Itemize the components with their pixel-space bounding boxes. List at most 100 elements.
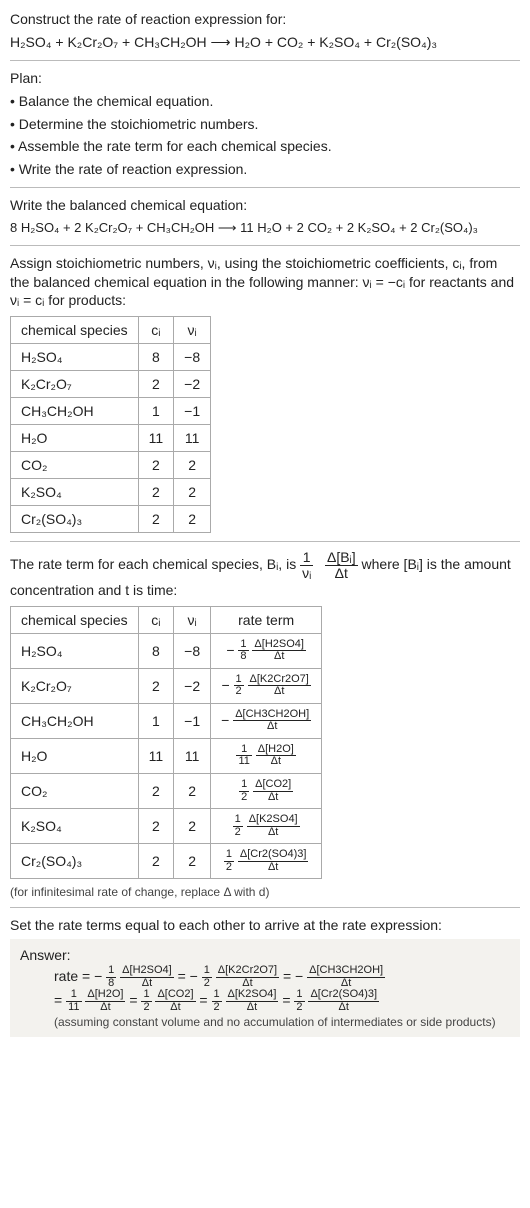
fraction: Δ[K2Cr2O7]Δt: [216, 965, 279, 989]
frac-num: 1: [212, 989, 222, 1002]
fraction: Δ[CH3CH2OH]Δt: [233, 709, 311, 733]
plan-bullet-2: • Determine the stoichiometric numbers.: [10, 115, 520, 134]
table-row: H₂O 11 11 111 Δ[H2O]Δt: [11, 738, 322, 773]
fraction: 12: [202, 965, 212, 989]
frac-den: 2: [224, 862, 234, 874]
answer-line-2: = 111 Δ[H2O]Δt = 12 Δ[CO2]Δt = 12 Δ[K2SO…: [20, 989, 510, 1013]
cell-vi: −8: [174, 344, 211, 371]
rate-lead: rate = −: [54, 968, 102, 984]
plan-bullet-3: • Assemble the rate term for each chemic…: [10, 137, 520, 156]
cell-species: H₂O: [11, 425, 139, 452]
plan-bullet-1: • Balance the chemical equation.: [10, 92, 520, 111]
cell-ci: 2: [138, 371, 174, 398]
cell-ci: 2: [138, 773, 174, 808]
cell-species: Cr₂(SO₄)₃: [11, 506, 139, 533]
frac-num: Δ[Cr2(SO4)3]: [308, 989, 379, 1002]
frac-num: Δ[K2Cr2O7]: [216, 965, 279, 978]
frac-den: Δt: [238, 862, 309, 874]
fraction: 12: [239, 779, 249, 803]
divider: [10, 541, 520, 542]
sign: −: [221, 712, 229, 728]
table-row: chemical species cᵢ νᵢ: [11, 317, 211, 344]
cell-vi: −2: [174, 371, 211, 398]
frac-den: Δt: [155, 1002, 195, 1014]
frac-num: Δ[CO2]: [155, 989, 195, 1002]
frac-den: 2: [233, 827, 243, 839]
set-equal-text: Set the rate terms equal to each other t…: [10, 916, 520, 935]
frac-den: νᵢ: [300, 566, 313, 581]
frac-den: 11: [236, 756, 251, 768]
frac-den: Δt: [325, 566, 358, 581]
frac-den: Δt: [253, 792, 293, 804]
frac-num: Δ[CO2]: [253, 779, 293, 792]
fraction: 111: [236, 744, 251, 768]
table-row: Cr₂(SO₄)₃ 2 2 12 Δ[Cr2(SO4)3]Δt: [11, 844, 322, 879]
frac-den: Δt: [256, 756, 296, 768]
fraction: Δ[H2O]Δt: [85, 989, 125, 1013]
table-row: H₂SO₄ 8 −8: [11, 344, 211, 371]
cell-vi: 2: [174, 506, 211, 533]
fraction: 12: [212, 989, 222, 1013]
divider: [10, 907, 520, 908]
frac-den: 2: [202, 978, 212, 990]
cell-rate-term: 12 Δ[Cr2(SO4)3]Δt: [211, 844, 322, 879]
fraction: 111: [66, 989, 81, 1013]
frac-num: Δ[CH3CH2OH]: [307, 965, 385, 978]
frac-num: 1: [294, 989, 304, 1002]
table-row: Cr₂(SO₄)₃ 2 2: [11, 506, 211, 533]
fraction: Δ[H2SO4]Δt: [120, 965, 174, 989]
intro-title: Construct the rate of reaction expressio…: [10, 10, 520, 29]
fraction: 18: [238, 639, 248, 663]
cell-ci: 2: [138, 479, 174, 506]
table-row: H₂O 11 11: [11, 425, 211, 452]
cell-vi: 11: [174, 425, 211, 452]
frac-den: 2: [141, 1002, 151, 1014]
cell-rate-term: − Δ[CH3CH2OH]Δt: [211, 703, 322, 738]
fraction: Δ[H2O]Δt: [256, 744, 296, 768]
col-header-species: chemical species: [11, 606, 139, 633]
cell-vi: −2: [174, 668, 211, 703]
frac-num: 1: [300, 550, 313, 566]
plan-bullet-4: • Write the rate of reaction expression.: [10, 160, 520, 179]
cell-species: K₂Cr₂O₇: [11, 668, 139, 703]
table-row: K₂SO₄ 2 2 12 Δ[K2SO4]Δt: [11, 809, 322, 844]
cell-species: CO₂: [11, 773, 139, 808]
frac-num: 1: [233, 814, 243, 827]
frac-num: Δ[K2SO4]: [226, 989, 279, 1002]
fraction: Δ[CO2]Δt: [253, 779, 293, 803]
rate-term-text: The rate term for each chemical species,…: [10, 550, 520, 599]
fraction: 12: [234, 674, 244, 698]
cell-rate-term: − 18 Δ[H2SO4]Δt: [211, 633, 322, 668]
frac-num: Δ[H2O]: [85, 989, 125, 1002]
col-header-vi: νᵢ: [174, 317, 211, 344]
balanced-equation: 8 H₂SO₄ + 2 K₂Cr₂O₇ + CH₃CH₂OH ⟶ 11 H₂O …: [10, 219, 520, 237]
equals: =: [129, 992, 141, 1008]
equals: =: [282, 992, 294, 1008]
cell-rate-term: 12 Δ[CO2]Δt: [211, 773, 322, 808]
table-row: CH₃CH₂OH 1 −1 − Δ[CH3CH2OH]Δt: [11, 703, 322, 738]
cell-ci: 2: [138, 809, 174, 844]
cell-vi: −1: [174, 703, 211, 738]
frac-den: 11: [66, 1002, 81, 1014]
cell-vi: 2: [174, 773, 211, 808]
cell-vi: 2: [174, 809, 211, 844]
frac-den: 2: [294, 1002, 304, 1014]
frac-den: Δt: [85, 1002, 125, 1014]
fraction: 18: [106, 965, 116, 989]
cell-ci: 1: [138, 703, 174, 738]
cell-species: H₂SO₄: [11, 344, 139, 371]
col-header-ci: cᵢ: [138, 317, 174, 344]
cell-species: Cr₂(SO₄)₃: [11, 844, 139, 879]
fraction: Δ[Cr2(SO4)3]Δt: [308, 989, 379, 1013]
table-row: CH₃CH₂OH 1 −1: [11, 398, 211, 425]
equals: =: [199, 992, 211, 1008]
equals: = −: [178, 968, 198, 984]
fraction: 12: [233, 814, 243, 838]
cell-species: H₂SO₄: [11, 633, 139, 668]
fraction: Δ[Bᵢ] Δt: [325, 550, 358, 580]
fraction: 12: [224, 849, 234, 873]
frac-den: 8: [238, 651, 248, 663]
cell-species: CH₃CH₂OH: [11, 398, 139, 425]
table-row: H₂SO₄ 8 −8 − 18 Δ[H2SO4]Δt: [11, 633, 322, 668]
frac-den: Δt: [308, 1002, 379, 1014]
